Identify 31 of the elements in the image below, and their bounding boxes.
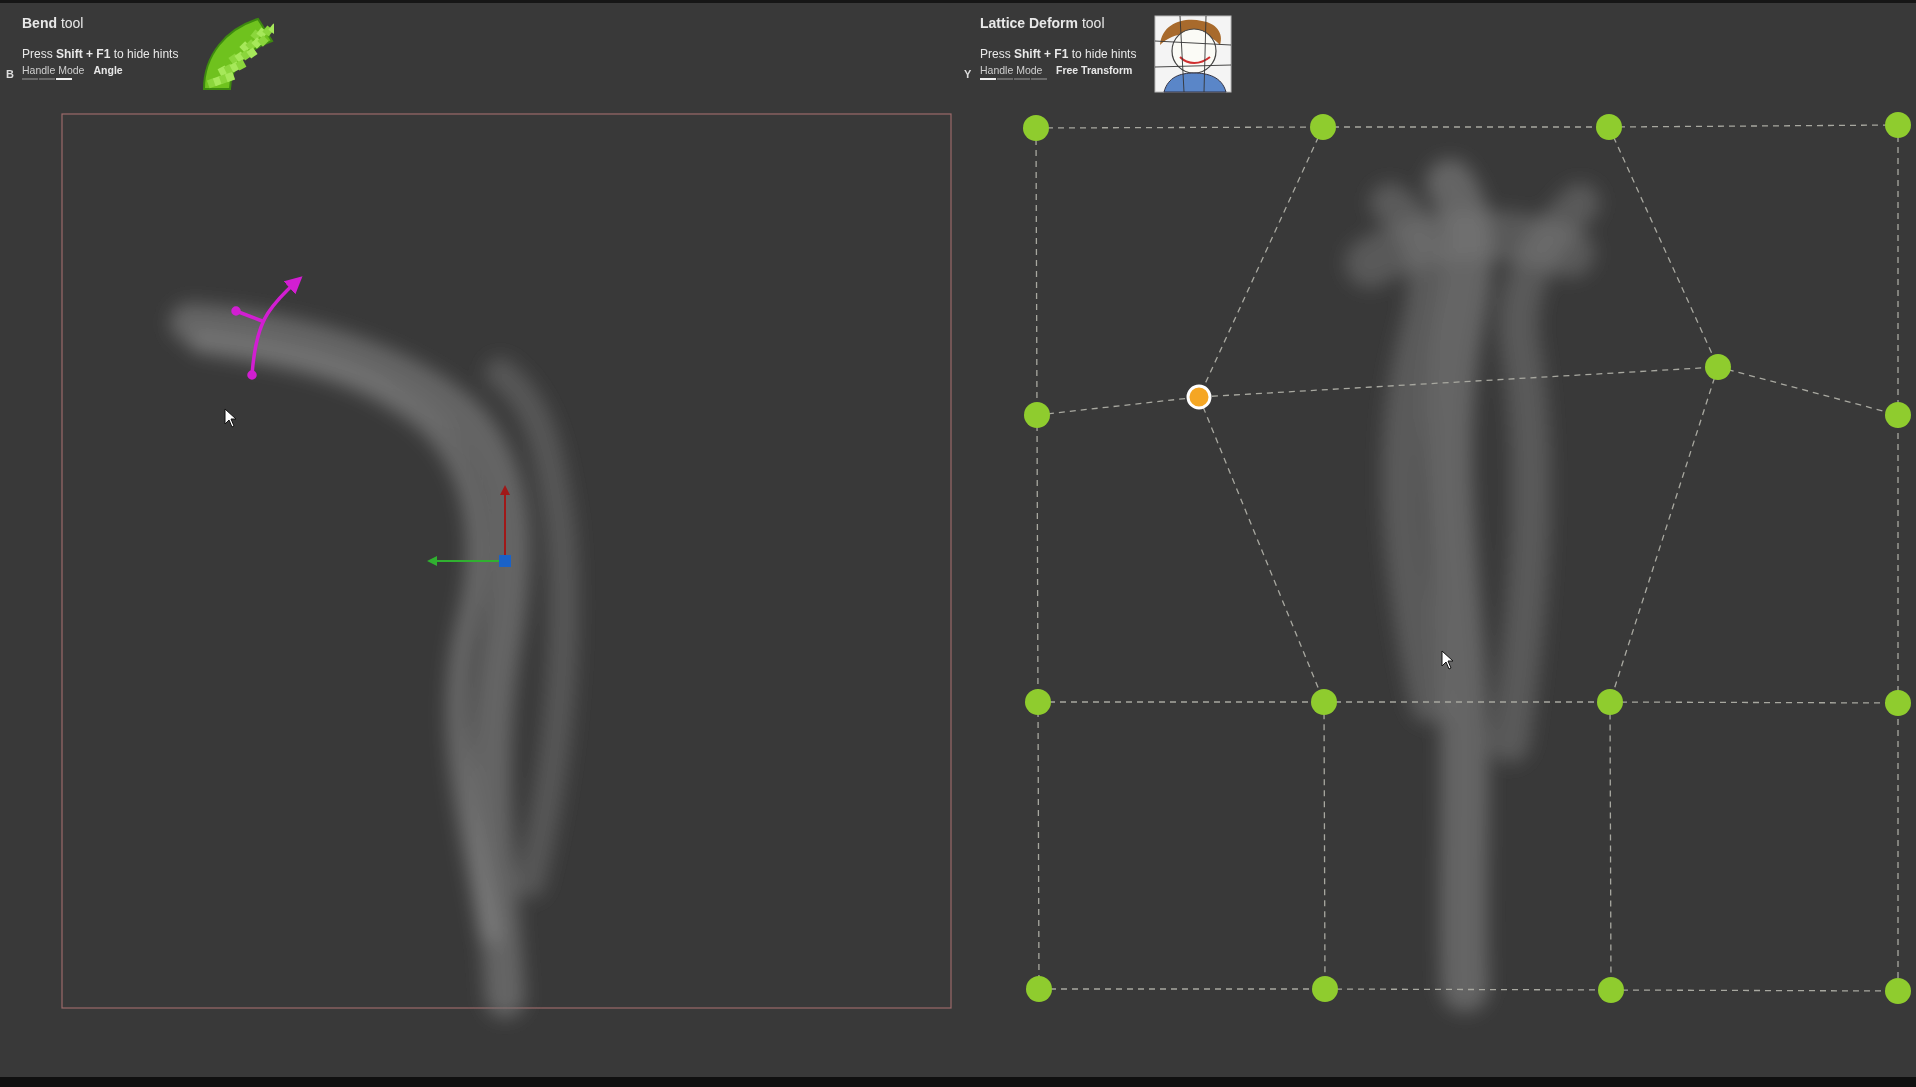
mode-value: Angle	[93, 64, 123, 76]
lattice-point[interactable]	[1024, 402, 1050, 428]
mode-value: Free Transform	[1056, 64, 1133, 76]
cursor-icon	[224, 408, 237, 428]
bend-handle[interactable]	[231, 276, 303, 380]
tool-title: Bend tool	[22, 15, 85, 31]
lattice-point[interactable]	[1596, 114, 1622, 140]
mode-label: Handle Mode	[980, 64, 1044, 76]
hint-text: Press Shift + F1 to hide hints	[980, 47, 1138, 61]
lattice-point[interactable]	[1885, 112, 1911, 138]
lattice-point[interactable]	[1026, 976, 1052, 1002]
lattice-point[interactable]	[1885, 402, 1911, 428]
shortcut-key: B	[6, 68, 22, 80]
lattice-point[interactable]	[1597, 689, 1623, 715]
mode-label: Handle Mode	[22, 64, 85, 76]
lattice-point[interactable]	[1312, 976, 1338, 1002]
lattice-point[interactable]	[1885, 978, 1911, 1004]
lattice-point[interactable]	[1311, 689, 1337, 715]
tool-title: Lattice Deform tool	[980, 15, 1106, 31]
lattice-point[interactable]	[1186, 384, 1212, 410]
lattice-point[interactable]	[1310, 114, 1336, 140]
lattice-point[interactable]	[1885, 690, 1911, 716]
shortcut-key: Y	[964, 68, 980, 80]
lattice-point[interactable]	[1598, 977, 1624, 1003]
cursor-icon	[1441, 650, 1454, 670]
transform-gizmo[interactable]	[427, 485, 511, 567]
lattice-point[interactable]	[1705, 354, 1731, 380]
lattice-point[interactable]	[1023, 115, 1049, 141]
cartoon-grid-icon	[1154, 15, 1232, 93]
lattice-point[interactable]	[1025, 689, 1051, 715]
hint-text: Press Shift + F1 to hide hints	[22, 47, 180, 61]
